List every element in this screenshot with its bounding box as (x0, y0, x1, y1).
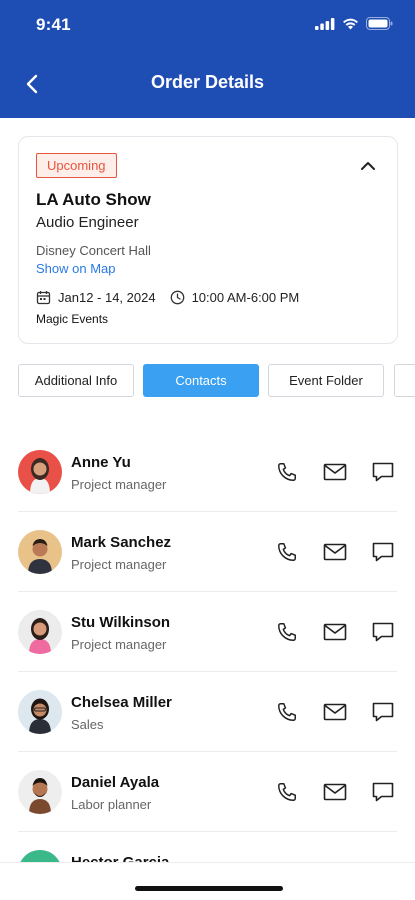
avatar (18, 690, 62, 734)
avatar (18, 850, 62, 862)
home-indicator[interactable] (135, 886, 283, 891)
contact-row: Stu Wilkinson Project manager (0, 592, 415, 672)
contact-name: Hector Garcia (71, 854, 169, 862)
status-time: 9:41 (36, 15, 71, 34)
avatar (18, 770, 62, 814)
chevron-up-icon (361, 162, 375, 170)
tab-event-folder[interactable]: Event Folder (268, 364, 384, 397)
message-button[interactable] (370, 460, 396, 484)
page-title: Order Details (150, 72, 265, 92)
contact-row: Anne Yu Project manager (0, 432, 415, 512)
contact-role: Project manager (71, 637, 167, 652)
event-card: Upcoming LA Auto Show Audio Engineer Dis… (18, 136, 398, 344)
call-button[interactable] (274, 700, 300, 724)
phone-icon (278, 623, 296, 641)
app-header: 9:41 Order Details (0, 0, 415, 118)
message-button[interactable] (370, 700, 396, 724)
contact-row: Chelsea Miller Sales (0, 672, 415, 752)
collapse-button[interactable] (357, 155, 379, 177)
call-button[interactable] (274, 620, 300, 644)
calendar-icon (36, 291, 51, 305)
chat-icon (372, 702, 394, 722)
signal-icon (315, 17, 335, 30)
mail-icon (323, 543, 347, 561)
avatar (18, 450, 62, 494)
contact-name: Anne Yu (71, 454, 131, 471)
contact-name: Chelsea Miller (71, 694, 172, 711)
contact-row: Daniel Ayala Labor planner (0, 752, 415, 832)
event-organizer: Magic Events (36, 312, 109, 326)
call-button[interactable] (274, 540, 300, 564)
event-date: Jan12 - 14, 2024 (58, 290, 156, 305)
battery-icon (366, 17, 393, 30)
mail-icon (323, 703, 347, 721)
show-on-map-link[interactable]: Show on Map (36, 261, 116, 276)
event-schedule: Jan12 - 14, 2024 10:00 AM-6:00 PM (36, 290, 313, 305)
email-button[interactable] (322, 460, 348, 484)
email-button[interactable] (322, 620, 348, 644)
tab-additional-info[interactable]: Additional Info (18, 364, 134, 397)
event-time: 10:00 AM-6:00 PM (191, 290, 300, 305)
tab-more[interactable] (394, 364, 415, 397)
email-button[interactable] (322, 540, 348, 564)
avatar (18, 610, 62, 654)
contact-row: Mark Sanchez Project manager (0, 512, 415, 592)
phone-icon (278, 703, 296, 721)
event-role: Audio Engineer (36, 214, 139, 231)
contact-name: Daniel Ayala (71, 774, 160, 791)
email-button[interactable] (322, 700, 348, 724)
mail-icon (323, 623, 347, 641)
phone-icon (278, 783, 296, 801)
email-button[interactable] (322, 780, 348, 804)
chat-icon (372, 462, 394, 482)
message-button[interactable] (370, 620, 396, 644)
message-button[interactable] (370, 540, 396, 564)
clock-icon (170, 290, 184, 305)
avatar (18, 530, 62, 574)
event-venue: Disney Concert Hall (36, 243, 151, 258)
mail-icon (323, 783, 347, 801)
tab-contacts[interactable]: Contacts (143, 364, 259, 397)
contact-name: Mark Sanchez (71, 534, 172, 551)
contact-role: Labor planner (71, 797, 152, 812)
event-title: LA Auto Show (36, 190, 151, 209)
status-icons (315, 17, 393, 30)
wifi-icon (343, 18, 358, 29)
contacts-list: Anne Yu Project manager Mark Sanchez Pro… (0, 432, 415, 862)
contact-name: Stu Wilkinson (71, 614, 171, 631)
status-badge: Upcoming (36, 153, 117, 178)
chat-icon (372, 622, 394, 642)
contact-role: Sales (71, 717, 104, 732)
contact-row: Hector Garcia (0, 832, 415, 862)
call-button[interactable] (274, 460, 300, 484)
call-button[interactable] (274, 780, 300, 804)
contact-role: Project manager (71, 477, 167, 492)
message-button[interactable] (370, 780, 396, 804)
bottom-bar (0, 862, 415, 900)
chat-icon (372, 782, 394, 802)
phone-icon (278, 463, 296, 481)
contact-role: Project manager (71, 557, 167, 572)
mail-icon (323, 463, 347, 481)
tab-bar: Additional Info Contacts Event Folder (18, 364, 415, 398)
chat-icon (372, 542, 394, 562)
phone-icon (278, 543, 296, 561)
